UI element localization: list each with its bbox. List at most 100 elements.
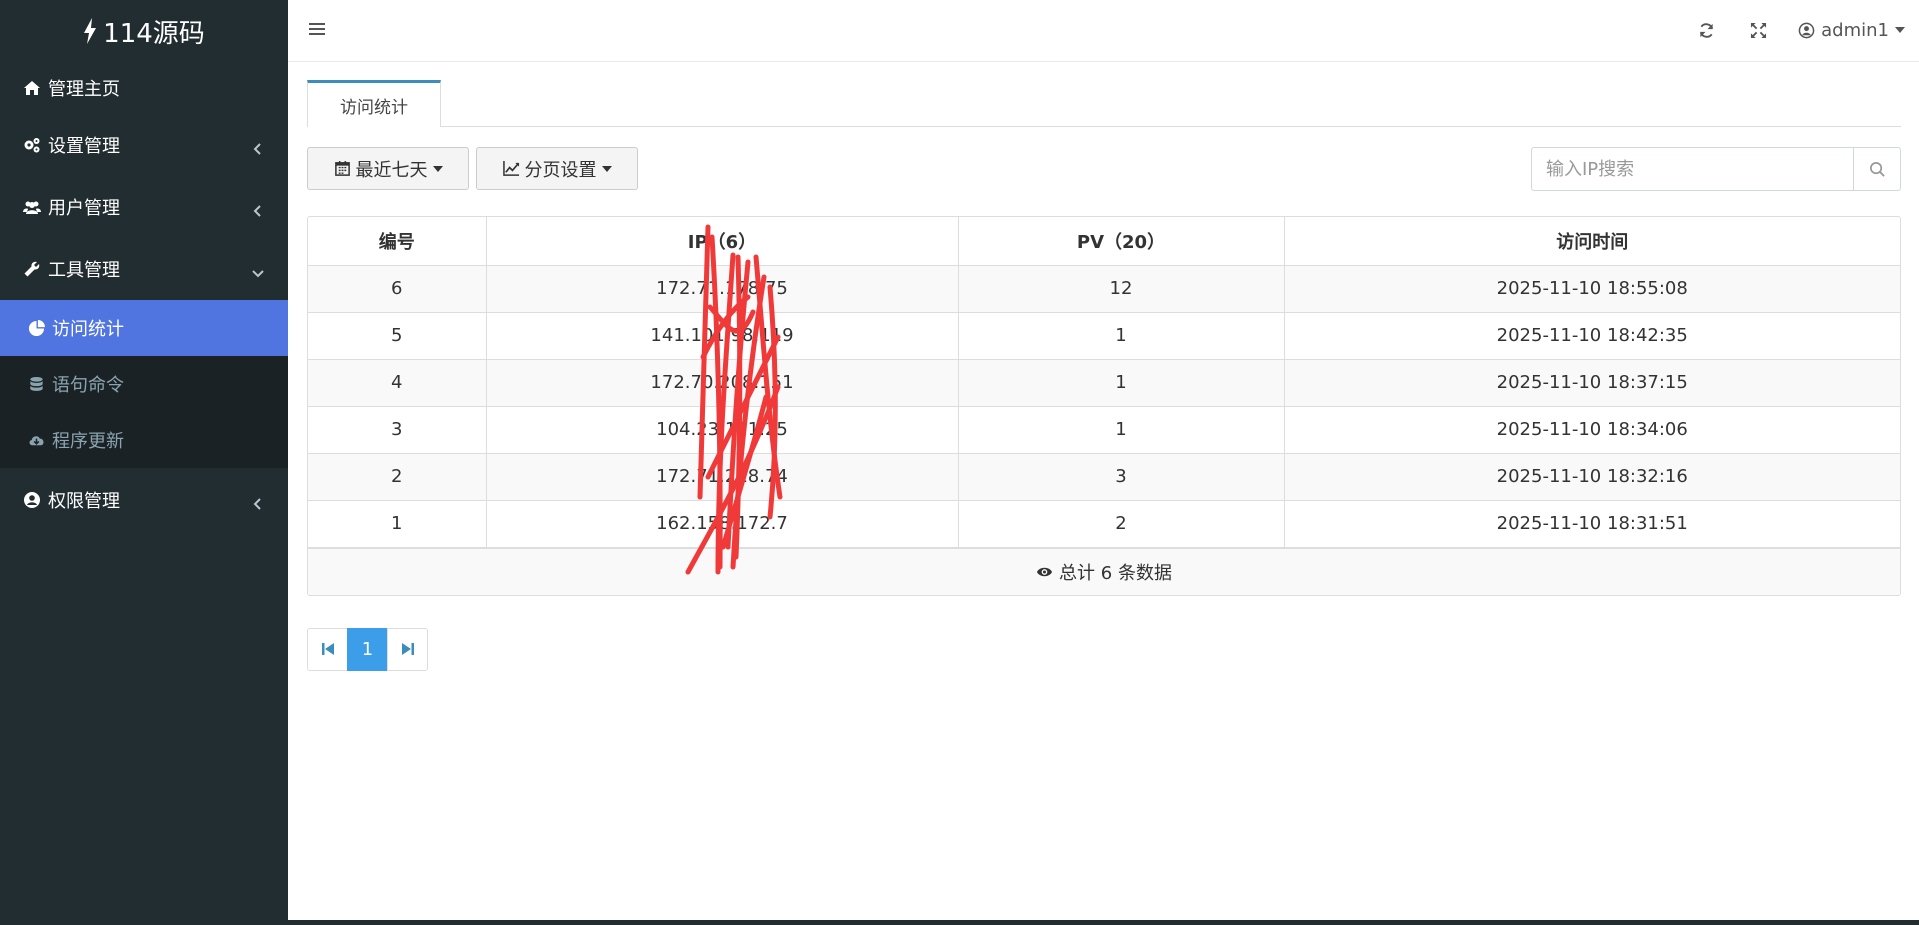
header-id[interactable]: 编号 [308, 217, 487, 266]
cell-ip: 172.70.208.151 [485, 358, 959, 407]
caret-down-icon [1895, 27, 1905, 33]
pagination: 1 [307, 627, 1901, 671]
caret-down-icon [601, 165, 612, 172]
menu-toggle-icon[interactable] [308, 20, 326, 38]
sidebar-item-label: 设置管理 [48, 136, 120, 157]
first-page-icon[interactable] [307, 627, 348, 671]
eye-icon [1036, 567, 1053, 576]
header-pv[interactable]: PV（20） [957, 217, 1285, 266]
date-range-dropdown[interactable]: 最近七天 [307, 147, 469, 190]
logo-text: 114源码 [103, 18, 205, 49]
sidebar-item-label: 程序更新 [52, 431, 124, 452]
sidebar-item-users[interactable]: 用户管理 [0, 176, 288, 238]
header-ip[interactable]: IP（6） [485, 217, 959, 266]
bolt-icon [84, 18, 97, 44]
ip-search-input[interactable] [1531, 147, 1854, 191]
sidebar-menu-lower: 权限管理 [0, 468, 288, 532]
chevron-left-icon [252, 201, 264, 217]
cell-pv: 1 [957, 311, 1285, 360]
search-button[interactable] [1854, 147, 1901, 191]
table-footer-total: 总计 6 条数据 [308, 547, 1900, 595]
cell-pv: 1 [957, 358, 1285, 407]
calendar-icon [334, 160, 350, 176]
sidebar-item-program-update[interactable]: 程序更新 [0, 412, 288, 468]
cell-ip: 172.71.218.74 [485, 452, 959, 501]
header-visit-time[interactable]: 访问时间 [1283, 217, 1900, 266]
chevron-left-icon [252, 139, 264, 155]
sidebar-item-visit-stats[interactable]: 访问统计 [0, 300, 288, 356]
fullscreen-icon[interactable] [1732, 0, 1784, 60]
table-header-row: 编号 IP（6） PV（20） 访问时间 [308, 217, 1900, 266]
search-icon [1869, 161, 1885, 177]
cell-id: 1 [308, 499, 487, 548]
cell-ip: 104.23.171.25 [485, 405, 959, 454]
cell-time: 2025-11-10 18:31:51 [1283, 499, 1900, 548]
sidebar-item-label: 管理主页 [48, 79, 120, 100]
cell-pv: 3 [957, 452, 1285, 501]
table-row: 4 172.70.208.151 1 2025-11-10 18:37:15 [308, 358, 1900, 407]
cell-time: 2025-11-10 18:42:35 [1283, 311, 1900, 360]
tab-bar: 访问统计 [307, 80, 1901, 127]
caret-down-icon [432, 165, 443, 172]
cell-time: 2025-11-10 18:37:15 [1283, 358, 1900, 407]
toolbar: 最近七天 分页设置 [307, 147, 1901, 191]
username: admin1 [1821, 19, 1889, 41]
cell-time: 2025-11-10 18:32:16 [1283, 452, 1900, 501]
user-circle-icon [1798, 22, 1815, 38]
user-circle-icon [22, 491, 42, 509]
refresh-icon[interactable] [1680, 0, 1732, 60]
sidebar-menu: 管理主页 设置管理 用户管理 工具管理 [0, 62, 288, 300]
bottom-strip [288, 920, 1919, 925]
topbar-actions: admin1 [1680, 0, 1905, 60]
pie-chart-icon [26, 319, 46, 337]
cell-ip: 172.71.178.75 [485, 264, 959, 313]
table-row: 3 104.23.171.25 1 2025-11-10 18:34:06 [308, 405, 1900, 454]
sidebar-item-label: 语句命令 [52, 375, 124, 396]
logo[interactable]: 114源码 [0, 0, 288, 62]
table-row: 2 172.71.218.74 3 2025-11-10 18:32:16 [308, 452, 1900, 501]
sidebar-item-settings[interactable]: 设置管理 [0, 114, 288, 176]
search-group [1531, 147, 1901, 191]
table-row: 5 141.101.98.119 1 2025-11-10 18:42:35 [308, 311, 1900, 360]
sidebar-item-sql-command[interactable]: 语句命令 [0, 356, 288, 412]
cell-id: 6 [308, 264, 487, 313]
database-icon [26, 375, 46, 393]
cell-id: 5 [308, 311, 487, 360]
main-content: admin1 访问统计 最近七天 分页设置 输入IP搜索 编号 IP（6） PV… [288, 0, 1919, 920]
users-icon [22, 198, 42, 216]
wrench-icon [22, 260, 42, 278]
user-menu[interactable]: admin1 [1784, 20, 1905, 41]
last-page-icon[interactable] [387, 627, 428, 671]
page-settings-label: 分页设置 [524, 159, 597, 181]
cell-pv: 1 [957, 405, 1285, 454]
topbar: admin1 [288, 0, 1919, 62]
chevron-down-icon [252, 263, 264, 278]
sidebar: 114源码 管理主页 设置管理 用户管理 工具管理 访问统计 语句命令 程序更新… [0, 0, 288, 925]
line-chart-icon [502, 160, 519, 176]
sidebar-item-label: 权限管理 [48, 491, 120, 512]
cell-pv: 2 [957, 499, 1285, 548]
tab-visit-stats[interactable]: 访问统计 [307, 80, 441, 127]
tools-submenu: 访问统计 语句命令 程序更新 [0, 300, 288, 468]
page-number-current[interactable]: 1 [347, 627, 388, 671]
sidebar-item-label: 用户管理 [48, 198, 120, 219]
page-settings-dropdown[interactable]: 分页设置 [476, 147, 638, 190]
content-panel: 访问统计 最近七天 分页设置 输入IP搜索 编号 IP（6） PV（20） 访问… [307, 80, 1901, 671]
date-range-label: 最近七天 [355, 159, 428, 181]
total-count-text: 总计 6 条数据 [1059, 562, 1172, 584]
sidebar-item-label: 访问统计 [52, 319, 124, 340]
sidebar-item-label: 工具管理 [48, 260, 120, 281]
cell-ip: 141.101.98.119 [485, 311, 959, 360]
cell-ip: 162.158.172.7 [485, 499, 959, 548]
sidebar-item-permissions[interactable]: 权限管理 [0, 468, 288, 532]
cell-id: 4 [308, 358, 487, 407]
cloud-download-icon [26, 431, 46, 449]
gears-icon [22, 136, 42, 154]
sidebar-item-home[interactable]: 管理主页 [0, 62, 288, 114]
visit-stats-table-box: 编号 IP（6） PV（20） 访问时间 6 172.71.178.75 12 … [307, 216, 1901, 596]
table-row: 6 172.71.178.75 12 2025-11-10 18:55:08 [308, 264, 1900, 313]
chevron-left-icon [252, 494, 264, 510]
cell-pv: 12 [957, 264, 1285, 313]
sidebar-item-tools[interactable]: 工具管理 [0, 238, 288, 300]
cell-id: 3 [308, 405, 487, 454]
